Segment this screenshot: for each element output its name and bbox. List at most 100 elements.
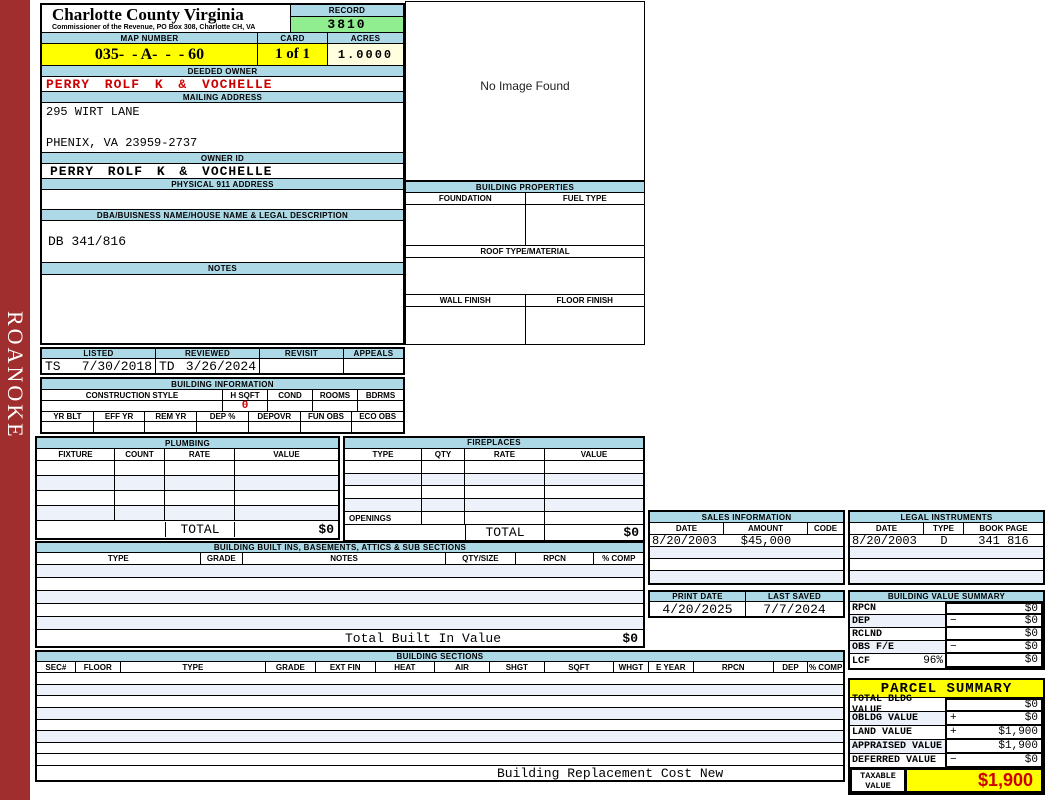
building-sections-row[interactable]: [37, 707, 843, 720]
foundation-value[interactable]: [406, 205, 526, 245]
building-sections-row[interactable]: [37, 754, 843, 766]
bs-air-label: AIR: [435, 662, 490, 672]
sales-row[interactable]: 8/20/2003 $45,000: [650, 534, 843, 548]
vendor-sidebar: ROANOKE: [0, 0, 30, 800]
yr-blt-value[interactable]: [42, 422, 94, 432]
plumbing-row[interactable]: [37, 506, 338, 521]
listed-value[interactable]: TS 7/30/2018: [42, 359, 156, 374]
fp-rate-label: RATE: [465, 448, 545, 460]
eff-yr-value[interactable]: [94, 422, 146, 432]
reviewed-value[interactable]: TD 3/26/2024: [156, 359, 260, 374]
fireplaces-total-label: TOTAL: [465, 525, 545, 541]
acres-label: ACRES: [328, 33, 403, 44]
record-value[interactable]: 3810: [291, 17, 403, 32]
fun-obs-value[interactable]: [301, 422, 353, 432]
legal-instrument-row[interactable]: 8/20/2003 D 341 816: [850, 534, 1043, 548]
print-date-value: 4/20/2025: [650, 602, 746, 617]
revisit-label: REVISIT: [260, 349, 344, 359]
building-sections-row[interactable]: [37, 720, 843, 732]
bvs-label: RPCN: [852, 602, 877, 614]
fireplaces-row[interactable]: [345, 486, 643, 500]
parcel-summary-panel: PARCEL SUMMARY TOTAL BLDG VALUE $0 OBLDG…: [848, 678, 1045, 795]
property-id-panel: Charlotte County Virginia Commissioner o…: [40, 3, 405, 345]
revisit-value[interactable]: [260, 359, 344, 374]
bs-whgt-label: WHGT: [614, 662, 649, 672]
map-number-label: MAP NUMBER: [42, 33, 258, 44]
building-sections-row[interactable]: [37, 673, 843, 685]
rooms-value[interactable]: [313, 401, 358, 411]
ps-label: DEFERRED VALUE: [850, 754, 945, 768]
built-ins-row[interactable]: [37, 578, 643, 591]
built-ins-panel: BUILDING BUILT INS, BASEMENTS, ATTICS & …: [35, 541, 645, 648]
deeded-owner-value[interactable]: PERRY ROLF K & VOCHELLE: [42, 77, 403, 92]
li-bookpage-label: BOOK PAGE: [979, 524, 1028, 533]
building-properties-panel: BUILDING PROPERTIES FOUNDATION FUEL TYPE…: [405, 181, 645, 345]
bi-comp-label: % COMP: [602, 554, 636, 563]
legal-instrument-row[interactable]: [850, 547, 1043, 559]
wall-finish-value[interactable]: [406, 307, 526, 344]
sales-row[interactable]: [650, 547, 843, 559]
h-sqft-value[interactable]: 0: [223, 401, 268, 412]
map-number-value[interactable]: 035- - A- - - 60: [42, 44, 258, 65]
rem-yr-value[interactable]: [145, 422, 198, 432]
mailing-address-block[interactable]: 295 WIRT LANE PHENIX, VA 23959-2737: [42, 103, 403, 153]
fireplaces-openings-row[interactable]: OPENINGS: [345, 512, 643, 526]
sales-row[interactable]: [650, 559, 843, 571]
eco-obs-value[interactable]: [352, 422, 403, 432]
built-ins-row[interactable]: [37, 617, 643, 630]
bvs-sign: −: [950, 640, 957, 653]
dep-pct-value[interactable]: [197, 422, 249, 432]
built-ins-row[interactable]: [37, 565, 643, 578]
ps-label: APPRAISED VALUE: [850, 740, 945, 754]
cond-value[interactable]: [268, 401, 313, 411]
built-ins-row[interactable]: [37, 591, 643, 604]
building-value-summary-title: BUILDING VALUE SUMMARY: [850, 592, 1043, 602]
bs-grade-label: GRADE: [266, 662, 316, 672]
listed-by: TS: [45, 359, 61, 374]
bdrms-value[interactable]: [358, 401, 403, 411]
building-sections-row[interactable]: [37, 684, 843, 697]
construction-style-value[interactable]: [42, 401, 223, 411]
physical-911-address-value[interactable]: [42, 190, 403, 210]
cond-label: COND: [268, 390, 313, 400]
building-sections-title: BUILDING SECTIONS: [37, 652, 843, 662]
sales-row[interactable]: [650, 571, 843, 583]
acres-value[interactable]: 1.0000: [328, 44, 403, 65]
fireplaces-row[interactable]: [345, 473, 643, 487]
building-sections-row[interactable]: [37, 743, 843, 755]
building-sections-row[interactable]: [37, 731, 843, 743]
plumbing-row[interactable]: [37, 491, 338, 506]
bvs-label: RCLND: [852, 628, 883, 640]
sales-title: SALES INFORMATION: [650, 512, 843, 523]
floor-finish-value[interactable]: [526, 307, 645, 344]
bs-extfin-label: EXT FIN: [316, 662, 376, 672]
owner-id-value[interactable]: PERRY ROLF K & VOCHELLE: [42, 164, 403, 179]
rate-label: RATE: [165, 449, 235, 460]
building-sections-row[interactable]: [37, 696, 843, 708]
building-information-title: BUILDING INFORMATION: [42, 379, 403, 390]
built-ins-row[interactable]: [37, 604, 643, 617]
bvs-rate: 96%: [923, 655, 943, 667]
fuel-type-value[interactable]: [526, 205, 645, 245]
roof-type-value[interactable]: [406, 258, 644, 295]
ps-value: $0: [1024, 712, 1038, 724]
legal-instrument-row[interactable]: [850, 571, 1043, 583]
legal-instruments-title: LEGAL INSTRUMENTS: [850, 512, 1043, 523]
fp-qty-label: QTY: [422, 448, 465, 460]
dba-legal-description-value[interactable]: DB 341/816: [42, 221, 403, 263]
ps-row-taxable: TAXABLE VALUE $1,900: [850, 768, 1043, 793]
plumbing-row[interactable]: [37, 461, 338, 476]
appeals-value[interactable]: [344, 359, 403, 374]
sales-date-label: DATE: [650, 523, 724, 534]
sales-amount-label: AMOUNT: [724, 523, 808, 534]
card-value[interactable]: 1 of 1: [258, 44, 328, 65]
fireplaces-row[interactable]: [345, 499, 643, 513]
plumbing-title: PLUMBING: [37, 438, 338, 449]
dba-legal-description-label: DBA/BUISNESS NAME/HOUSE NAME & LEGAL DES…: [42, 210, 403, 221]
bs-shgt-label: SHGT: [490, 662, 545, 672]
notes-value[interactable]: [42, 275, 403, 343]
fireplaces-row[interactable]: [345, 460, 643, 474]
plumbing-row[interactable]: [37, 476, 338, 491]
legal-instrument-row[interactable]: [850, 559, 1043, 571]
depovr-value[interactable]: [249, 422, 301, 432]
